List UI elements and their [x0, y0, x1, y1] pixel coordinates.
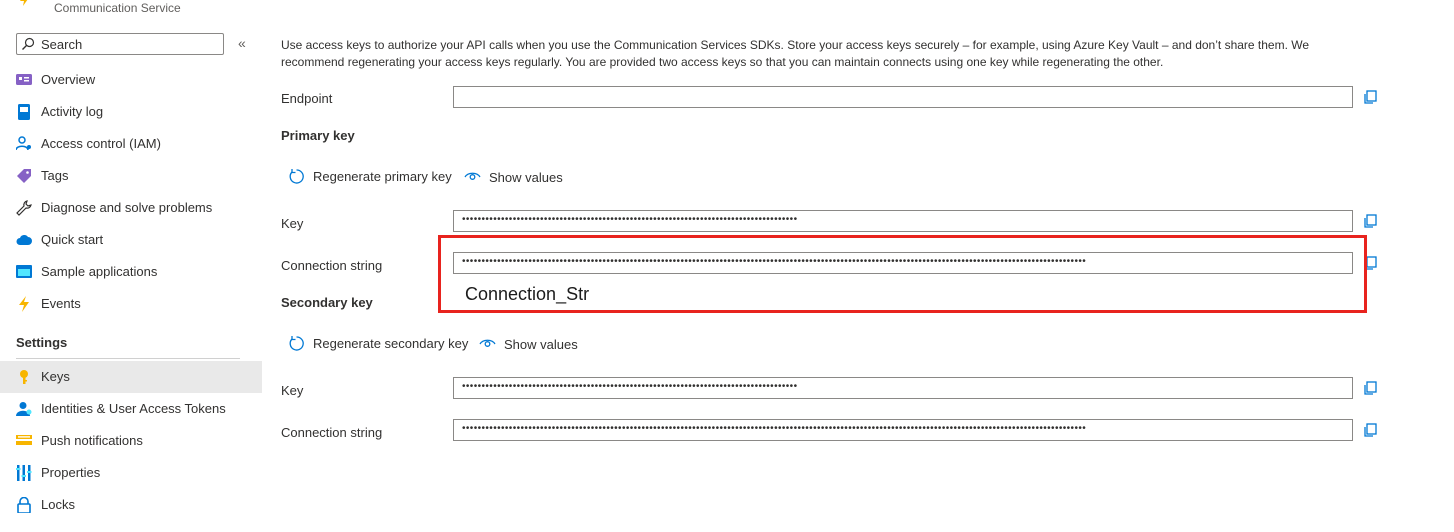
- wrench-icon: [16, 200, 32, 216]
- sidebar-item-label: Activity log: [41, 104, 104, 119]
- sidebar-item-label: Overview: [41, 72, 96, 87]
- lock-icon: [17, 497, 31, 513]
- primary-key-label: Key: [281, 216, 304, 231]
- refresh-icon: [289, 336, 304, 351]
- collapse-sidebar-icon[interactable]: «: [238, 35, 246, 51]
- secondary-key-label: Key: [281, 383, 304, 398]
- eye-icon: [479, 339, 496, 347]
- annotation-label: Connection_Str: [465, 284, 590, 304]
- sidebar-item-label: Tags: [41, 168, 69, 183]
- copy-endpoint-icon[interactable]: [1363, 90, 1377, 104]
- sidebar-item-identities[interactable]: Identities & User Access Tokens: [0, 393, 262, 425]
- sidebar-item-label: Quick start: [41, 232, 104, 247]
- sidebar-item-diagnose[interactable]: Diagnose and solve problems: [0, 192, 262, 224]
- lightning-icon: [19, 296, 29, 312]
- sidebar-item-access-control[interactable]: Access control (IAM): [0, 128, 262, 160]
- search-placeholder: Search: [41, 37, 83, 52]
- show-values-label: Show values: [504, 337, 578, 352]
- secondary-key-value: ••••••••••••••••••••••••••••••••••••••••…: [462, 381, 798, 392]
- sidebar-item-label: Access control (IAM): [41, 136, 161, 151]
- overview-icon: [16, 74, 32, 85]
- primary-connection-string-label: Connection string: [281, 258, 383, 273]
- secondary-connection-string-label: Connection string: [281, 425, 383, 440]
- sidebar-item-label: Keys: [41, 369, 70, 384]
- show-values-primary-button[interactable]: Show values: [464, 169, 574, 187]
- redacted-region: [456, 88, 808, 105]
- search-input[interactable]: Search: [16, 33, 224, 55]
- copy-secondary-connection-string-icon[interactable]: [1363, 423, 1377, 437]
- tag-icon: [17, 169, 31, 183]
- sidebar-item-label: Locks: [41, 497, 75, 512]
- show-values-label: Show values: [489, 170, 563, 185]
- regenerate-primary-key-label: Regenerate primary key: [313, 169, 452, 184]
- sidebar-item-activity-log[interactable]: Activity log: [0, 96, 262, 128]
- sidebar-item-push-notifications[interactable]: Push notifications: [0, 425, 262, 457]
- sidebar-item-events[interactable]: Events: [0, 288, 262, 320]
- regenerate-secondary-key-label: Regenerate secondary key: [313, 336, 469, 351]
- primary-key-heading: Primary key: [281, 128, 355, 143]
- copy-primary-key-icon[interactable]: [1363, 214, 1377, 228]
- divider: [16, 358, 240, 359]
- iam-icon: [16, 136, 31, 151]
- eye-icon: [464, 172, 481, 180]
- primary-key-field[interactable]: ••••••••••••••••••••••••••••••••••••••••…: [453, 210, 1353, 232]
- identity-icon: [16, 402, 32, 416]
- keys-description: Use access keys to authorize your API ca…: [281, 38, 1310, 69]
- sidebar-item-label: Sample applications: [41, 264, 158, 279]
- activity-log-icon: [18, 104, 30, 120]
- sample-apps-icon: [16, 265, 32, 278]
- endpoint-label: Endpoint: [281, 91, 333, 106]
- search-icon: [22, 37, 35, 50]
- regenerate-secondary-key-button[interactable]: Regenerate secondary key: [288, 335, 468, 353]
- sidebar-item-overview[interactable]: Overview: [0, 64, 262, 96]
- secondary-key-field[interactable]: ••••••••••••••••••••••••••••••••••••••••…: [453, 377, 1353, 399]
- sidebar-item-locks[interactable]: Locks: [0, 489, 262, 521]
- sidebar: Communication Service Search « Overview …: [0, 0, 262, 532]
- resource-type-subtitle: Communication Service: [54, 1, 181, 15]
- settings-section-title: Settings: [16, 335, 68, 350]
- key-icon: [20, 370, 28, 384]
- properties-icon: [16, 465, 32, 481]
- sidebar-item-quick-start[interactable]: Quick start: [0, 224, 262, 256]
- sidebar-item-properties[interactable]: Properties: [0, 457, 262, 489]
- sidebar-item-keys[interactable]: Keys: [0, 361, 262, 393]
- secondary-connection-string-field[interactable]: ••••••••••••••••••••••••••••••••••••••••…: [453, 419, 1353, 441]
- push-notification-icon: [16, 435, 32, 445]
- regenerate-primary-key-button[interactable]: Regenerate primary key: [288, 168, 458, 186]
- sidebar-item-label: Push notifications: [41, 433, 143, 448]
- show-values-secondary-button[interactable]: Show values: [479, 336, 589, 354]
- secondary-connection-string-value: ••••••••••••••••••••••••••••••••••••••••…: [462, 423, 1087, 434]
- refresh-icon: [289, 169, 304, 184]
- sidebar-item-label: Events: [41, 296, 81, 311]
- sidebar-item-sample-applications[interactable]: Sample applications: [0, 256, 262, 288]
- secondary-key-heading: Secondary key: [281, 295, 373, 310]
- communication-service-icon: [20, 0, 28, 6]
- sidebar-item-label: Diagnose and solve problems: [41, 200, 213, 215]
- copy-secondary-key-icon[interactable]: [1363, 381, 1377, 395]
- sidebar-item-tags[interactable]: Tags: [0, 160, 262, 192]
- sidebar-item-label: Properties: [41, 465, 101, 480]
- sidebar-item-label: Identities & User Access Tokens: [41, 401, 226, 416]
- primary-key-value: ••••••••••••••••••••••••••••••••••••••••…: [462, 214, 798, 225]
- cloud-icon: [16, 234, 32, 245]
